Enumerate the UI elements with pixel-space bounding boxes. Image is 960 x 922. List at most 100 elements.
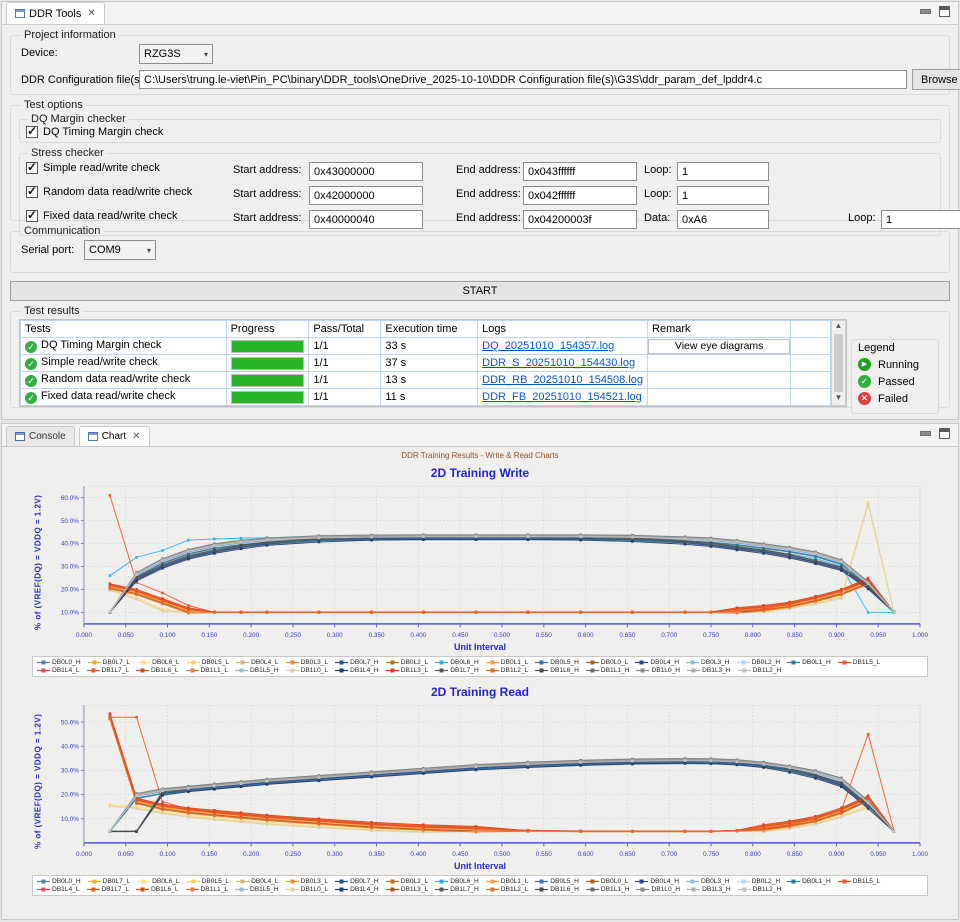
series-marker-icon xyxy=(838,878,851,885)
start-button[interactable]: START xyxy=(10,281,950,301)
svg-text:0.800: 0.800 xyxy=(745,851,761,858)
log-link[interactable]: DDR_FB_20251010_154521.log xyxy=(482,391,642,403)
minimize-icon[interactable] xyxy=(919,6,931,15)
random-rw-checkbox[interactable] xyxy=(26,186,38,198)
chart-legend-entry: DB1L1_L xyxy=(186,886,229,893)
series-marker-icon xyxy=(386,878,399,885)
dq-timing-margin-checkbox[interactable] xyxy=(26,126,38,138)
fixed-rw-checkbox[interactable] xyxy=(26,210,38,222)
series-marker-icon xyxy=(687,886,700,893)
chart-legend-entry: DB1L3_L xyxy=(386,886,429,893)
chart-legend-entry: DB0L1_H xyxy=(787,659,831,666)
config-file-input[interactable] xyxy=(139,70,907,89)
scrollbar-thumb[interactable] xyxy=(834,334,843,392)
chart-read: 2D Training Read % of (VREF(DQ) = VDDQ =… xyxy=(28,683,932,896)
series-marker-icon xyxy=(435,667,448,674)
series-marker-icon xyxy=(335,886,348,893)
end-address-label: End address: xyxy=(456,212,521,224)
chart-write-legend: DB0L0_HDB0L7_LDB0L6_LDB0L5_LDB0L4_LDB0L3… xyxy=(32,656,928,677)
random-loop-input[interactable] xyxy=(677,186,769,205)
scroll-up-icon[interactable]: ▲ xyxy=(835,321,843,333)
stress-row-simple: Simple read/write check Start address: E… xyxy=(26,160,934,184)
fixed-data-input[interactable] xyxy=(677,210,769,229)
svg-text:0.950: 0.950 xyxy=(870,851,886,858)
series-marker-icon xyxy=(737,878,750,885)
loop-label: Loop: xyxy=(644,164,672,176)
series-marker-icon xyxy=(335,878,348,885)
test-name: Fixed data read/write check xyxy=(41,390,176,402)
chart-legend-entry: DB0L6_L xyxy=(137,659,180,666)
svg-text:0.000: 0.000 xyxy=(76,632,92,639)
tab-console[interactable]: Console xyxy=(6,426,75,446)
device-value: RZG3S xyxy=(144,48,181,60)
random-rw-label: Random data read/write check xyxy=(43,186,192,198)
serial-port-label: Serial port: xyxy=(21,244,74,256)
chart-legend-entry: DB1L1_H xyxy=(586,667,630,674)
serial-port-value: COM9 xyxy=(89,244,121,256)
random-start-input[interactable] xyxy=(309,186,423,205)
series-marker-icon xyxy=(335,667,348,674)
series-marker-icon xyxy=(586,878,599,885)
random-end-input[interactable] xyxy=(523,186,637,205)
series-marker-icon xyxy=(687,667,700,674)
svg-text:40.0%: 40.0% xyxy=(61,743,79,750)
close-icon[interactable]: ✕ xyxy=(87,8,95,19)
series-marker-icon xyxy=(137,878,150,885)
chart-legend-entry: DB0L3_H xyxy=(686,878,730,885)
svg-text:0.800: 0.800 xyxy=(745,632,761,639)
passed-check-icon: ✓ xyxy=(25,358,37,370)
svg-text:0.600: 0.600 xyxy=(578,632,594,639)
chart-legend-entry: DB1L1_H xyxy=(586,886,630,893)
series-marker-icon xyxy=(236,659,249,666)
restore-icon[interactable] xyxy=(939,428,950,439)
table-header-row: Tests Progress Pass/Total Execution time… xyxy=(21,321,831,338)
series-marker-icon xyxy=(286,667,299,674)
remark-cell xyxy=(648,355,791,372)
log-link[interactable]: DDR_S_20251010_154430.log xyxy=(482,357,635,369)
svg-text:0.300: 0.300 xyxy=(327,851,343,858)
series-marker-icon xyxy=(435,659,448,666)
view-eye-diagrams-button[interactable]: View eye diagrams xyxy=(648,339,790,354)
dq-timing-margin-label: DQ Timing Margin check xyxy=(43,126,163,138)
log-link[interactable]: DDR_RB_20251010_154508.log xyxy=(482,374,643,386)
fixed-end-input[interactable] xyxy=(523,210,637,229)
dq-timing-margin-check-row[interactable]: DQ Timing Margin check xyxy=(26,126,934,138)
tab-chart[interactable]: Chart ✕ xyxy=(79,426,150,446)
scroll-down-icon[interactable]: ▼ xyxy=(835,393,843,405)
simple-loop-input[interactable] xyxy=(677,162,769,181)
chart-legend-entry: DB1L6_L xyxy=(136,886,179,893)
test-name: DQ Timing Margin check xyxy=(41,339,161,351)
close-icon[interactable]: ✕ xyxy=(132,431,140,442)
tab-ddr-tools[interactable]: DDR Tools ✕ xyxy=(6,2,105,24)
minimize-icon[interactable] xyxy=(919,428,931,437)
serial-port-select[interactable]: COM9 ▾ xyxy=(84,240,156,260)
chart-legend-entry: DB0L6_L xyxy=(137,878,180,885)
chart-legend-entry: DB1L0_L xyxy=(286,886,329,893)
svg-text:10.0%: 10.0% xyxy=(61,816,79,823)
maximize-icon[interactable] xyxy=(939,6,950,17)
simple-rw-checkbox[interactable] xyxy=(26,162,38,174)
simple-end-input[interactable] xyxy=(523,162,637,181)
device-label: Device: xyxy=(21,47,58,59)
series-marker-icon xyxy=(386,886,399,893)
chart-legend-entry: DB0L3_L xyxy=(286,659,329,666)
device-select[interactable]: RZG3S ▾ xyxy=(139,44,213,64)
series-marker-icon xyxy=(435,886,448,893)
series-marker-icon xyxy=(88,878,101,885)
series-marker-icon xyxy=(386,667,399,674)
log-link[interactable]: DQ_20251010_154357.log xyxy=(482,340,614,352)
progress-bar xyxy=(231,357,305,370)
browse-button[interactable]: Browse xyxy=(912,69,960,90)
chart-legend-entry: DB1L5_H xyxy=(235,667,279,674)
svg-text:0.650: 0.650 xyxy=(619,632,635,639)
fixed-rw-label: Fixed data read/write check xyxy=(43,210,178,222)
results-scrollbar[interactable]: ▲ ▼ xyxy=(831,320,846,406)
loop-label: Loop: xyxy=(848,212,876,224)
fixed-start-input[interactable] xyxy=(309,210,423,229)
series-marker-icon xyxy=(435,878,448,885)
chart-legend-entry: DB0L2_H xyxy=(737,878,781,885)
fixed-loop-input[interactable] xyxy=(881,210,960,229)
tab-ddr-tools-label: DDR Tools xyxy=(29,8,81,20)
chart-legend-entry: DB0L3_L xyxy=(286,878,329,885)
simple-start-input[interactable] xyxy=(309,162,423,181)
